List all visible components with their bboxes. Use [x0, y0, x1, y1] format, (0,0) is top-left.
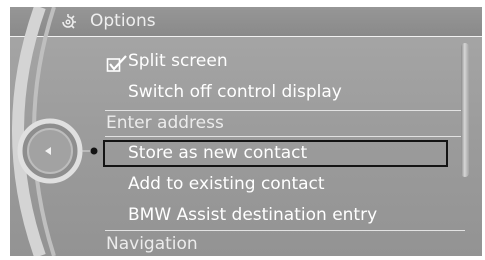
- menu-item-split-screen[interactable]: Split screen: [128, 50, 228, 72]
- menu-item-add-to-existing-contact[interactable]: Add to existing contact: [128, 173, 325, 195]
- menu-item-switch-off-control-display[interactable]: Switch off control display: [128, 81, 342, 103]
- section-navigation: Navigation: [106, 234, 198, 254]
- menu-item-bmw-assist-destination-entry[interactable]: BMW Assist destination entry: [128, 204, 377, 226]
- checkmark-icon: [106, 55, 127, 72]
- divider: [105, 110, 465, 111]
- menu-item-store-as-new-contact[interactable]: Store as new contact: [128, 142, 307, 164]
- control-display: Options Split screen Switch off control …: [10, 7, 482, 256]
- divider: [105, 230, 465, 231]
- section-enter-address: Enter address: [106, 113, 224, 133]
- divider: [105, 136, 465, 137]
- scrollbar[interactable]: [461, 43, 469, 177]
